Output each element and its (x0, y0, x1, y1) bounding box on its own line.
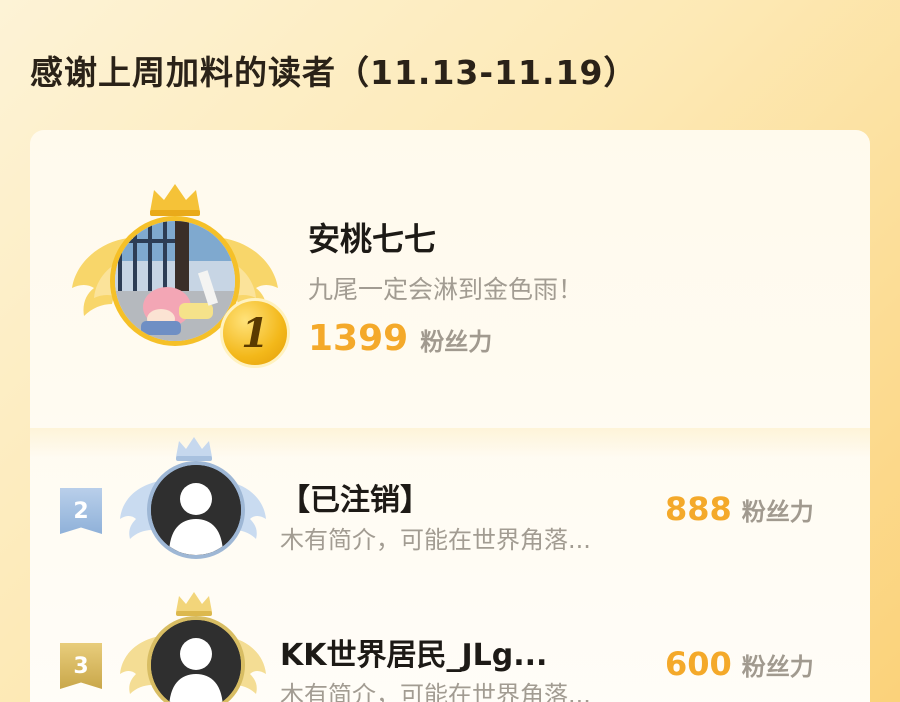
default-user-avatar[interactable] (147, 461, 245, 559)
score-unit: 粉丝力 (741, 653, 814, 681)
avatar-illustration (115, 221, 235, 341)
score-unit: 粉丝力 (420, 328, 493, 356)
user-silhouette-icon (151, 620, 241, 702)
score-value: 600 (665, 645, 732, 683)
rank-2-flag: 2 (60, 488, 102, 534)
leaderboard-card: 1 安桃七七 九尾一定会淋到金色雨！ 1399 粉丝力 2 【已注销】 木有简介… (30, 130, 870, 702)
score-value: 1399 (308, 318, 409, 359)
user-silhouette-icon (151, 465, 241, 555)
reader-score: 600 粉丝力 (665, 645, 814, 683)
default-user-avatar[interactable] (147, 616, 245, 702)
top-reader-entry[interactable]: 1 安桃七七 九尾一定会淋到金色雨！ 1399 粉丝力 (30, 130, 870, 430)
reader-bio: 木有简介，可能在世界角落... (280, 681, 591, 702)
reader-bio: 木有简介，可能在世界角落... (280, 526, 591, 554)
reader-name[interactable]: 【已注销】 (280, 475, 430, 519)
reader-row[interactable]: 2 【已注销】 木有简介，可能在世界角落... 888 粉丝力 (30, 435, 870, 575)
rank-1-badge: 1 (220, 298, 290, 368)
score-unit: 粉丝力 (741, 498, 814, 526)
crown-icon (176, 592, 212, 616)
score-value: 888 (665, 490, 732, 528)
reader-row[interactable]: 3 KK世界居民_JLg... 木有简介，可能在世界角落... 600 粉丝力 (30, 590, 870, 702)
avatar-frame-silver (118, 435, 268, 575)
top-reader-score: 1399 粉丝力 (308, 318, 492, 359)
reader-name[interactable]: KK世界居民_JLg... (280, 630, 547, 674)
top-avatar-frame: 1 (70, 182, 290, 372)
page-title: 感谢上周加料的读者（11.13-11.19） (30, 53, 638, 92)
rank-3-flag: 3 (60, 643, 102, 689)
reader-score: 888 粉丝力 (665, 490, 814, 528)
top-reader-bio: 九尾一定会淋到金色雨！ (308, 275, 584, 304)
avatar-frame-gold (118, 590, 268, 702)
crown-icon (176, 437, 212, 461)
crown-icon (150, 184, 200, 216)
top-reader-name[interactable]: 安桃七七 (308, 214, 436, 260)
